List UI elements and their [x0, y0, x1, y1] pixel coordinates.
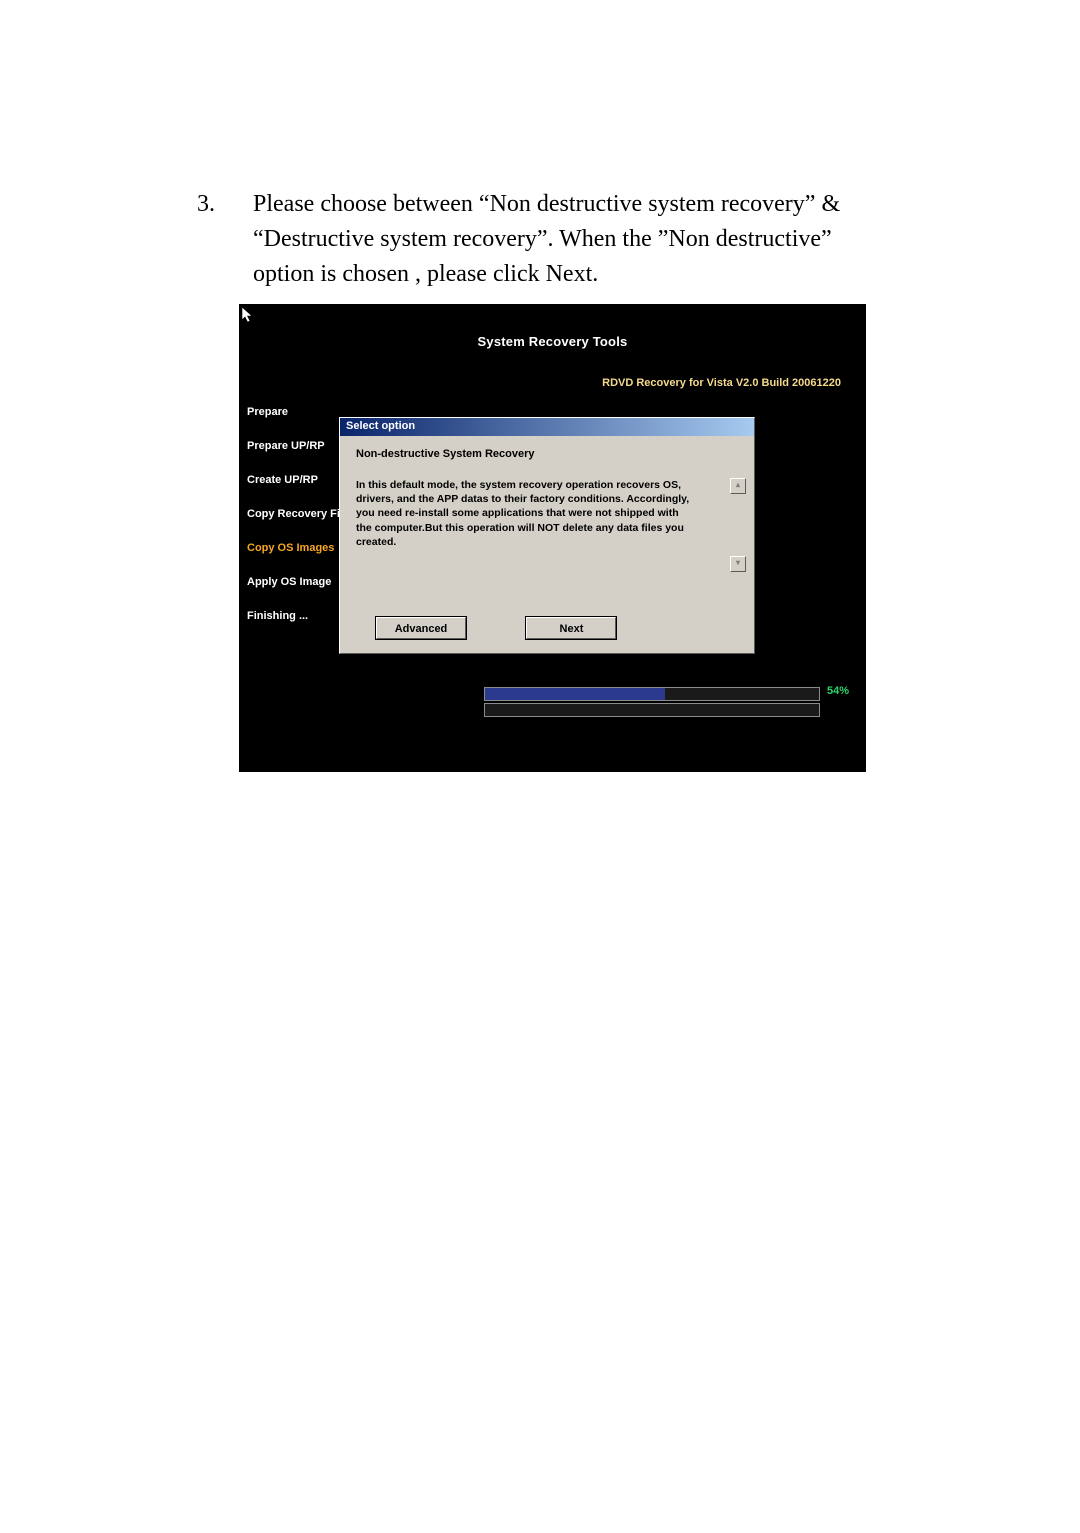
sidebar-item-label: Apply OS Image [247, 576, 331, 588]
sidebar-item-label: Finishing ... [247, 610, 308, 622]
instruction-step: 3. Please choose between “Non destructiv… [197, 187, 887, 291]
dialog-body: Non-destructive System Recovery In this … [340, 436, 754, 557]
progress-bar-1-fill [485, 688, 665, 700]
window-title: System Recovery Tools [239, 334, 866, 349]
step-number: 3. [197, 187, 247, 222]
sidebar-item-label: Copy Recovery File [247, 508, 349, 520]
sidebar-item-label: Create UP/RP [247, 474, 318, 486]
dialog-button-row: Advanced Next [340, 617, 754, 639]
advanced-button[interactable]: Advanced [376, 617, 466, 639]
sidebar-item-label: Copy OS Images [247, 542, 334, 554]
document-page: 3. Please choose between “Non destructiv… [0, 0, 1080, 1533]
scroll-down-button[interactable]: ▾ [730, 556, 746, 572]
dialog-titlebar: Select option [340, 418, 754, 436]
progress-bar-2 [484, 703, 820, 717]
recovery-tools-screenshot: System Recovery Tools RDVD Recovery for … [239, 304, 866, 772]
scroll-up-button[interactable]: ▴ [730, 478, 746, 494]
sidebar-item-label: Prepare [247, 406, 288, 418]
step-text: Please choose between “Non destructive s… [253, 187, 883, 291]
dialog-heading: Non-destructive System Recovery [356, 448, 740, 460]
progress-bar-1 [484, 687, 820, 701]
version-label: RDVD Recovery for Vista V2.0 Build 20061… [602, 377, 841, 389]
next-button[interactable]: Next [526, 617, 616, 639]
mouse-cursor-icon [241, 306, 255, 324]
sidebar-item-label: Prepare UP/RP [247, 440, 325, 452]
description-area: In this default mode, the system recover… [356, 478, 740, 549]
progress-percent-label: 54% [827, 685, 849, 697]
select-option-dialog: Select option Non-destructive System Rec… [339, 417, 755, 654]
description-text: In this default mode, the system recover… [356, 478, 696, 549]
